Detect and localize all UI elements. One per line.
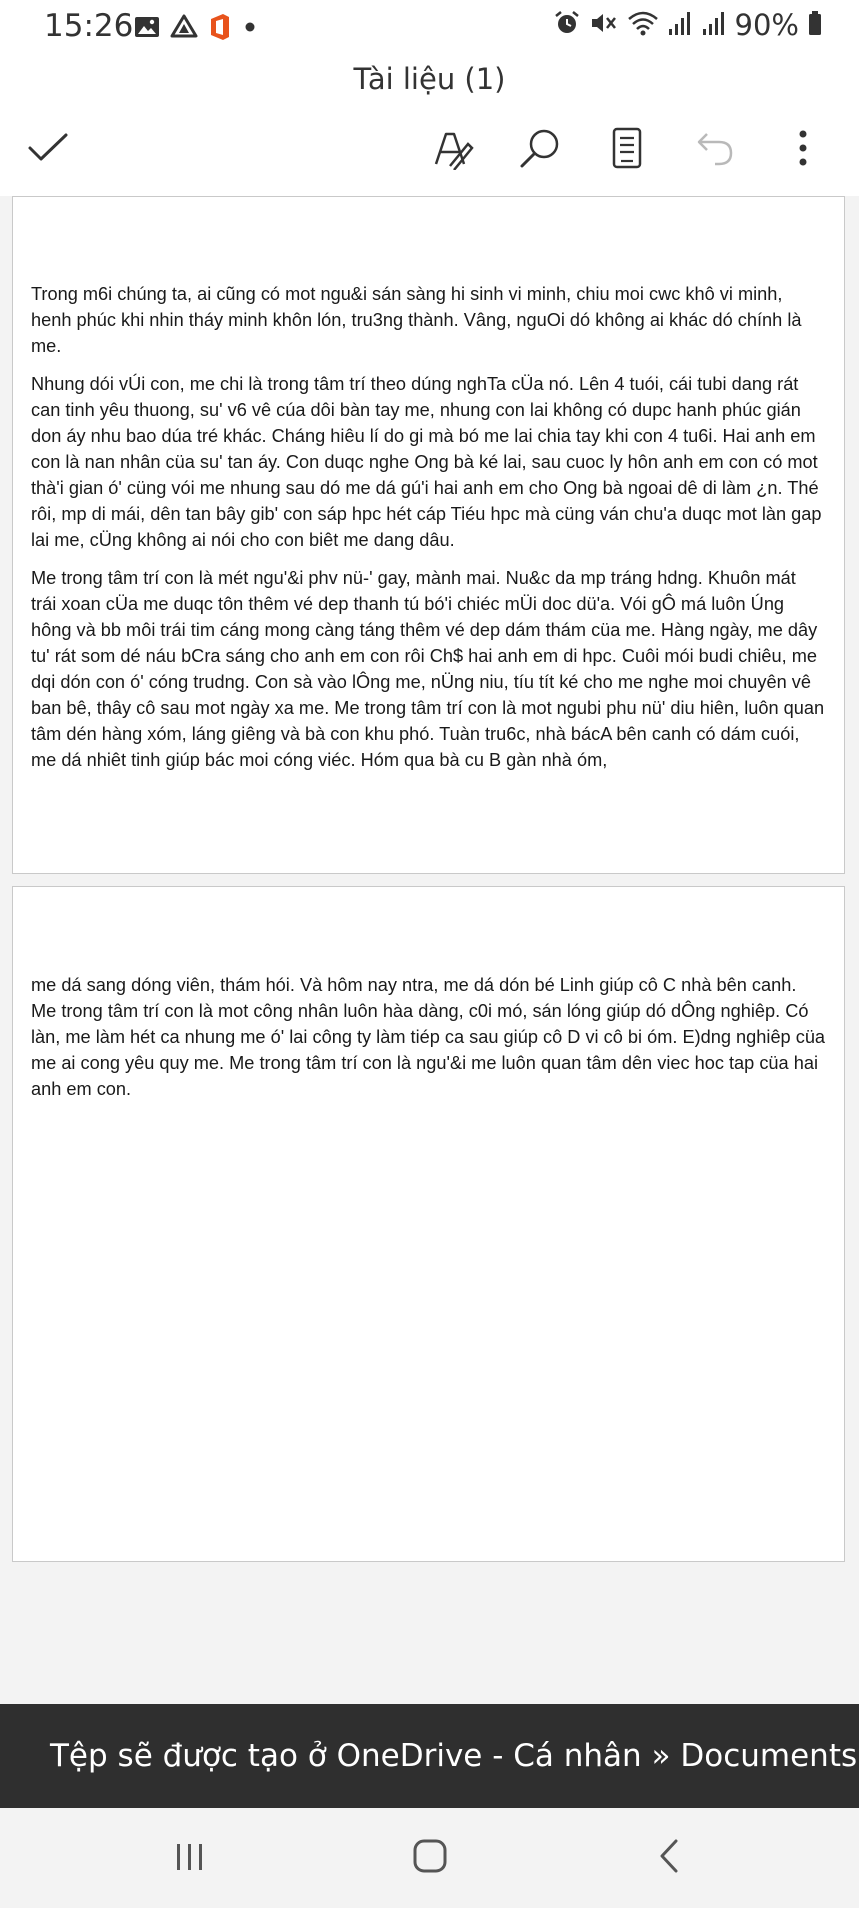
home-button[interactable] bbox=[395, 1830, 465, 1886]
check-icon bbox=[26, 130, 70, 171]
document-page-1[interactable]: Trong m6i chúng ta, ai cũng có mot ngu&i… bbox=[12, 196, 845, 874]
done-button[interactable] bbox=[20, 122, 76, 178]
home-icon bbox=[410, 1836, 450, 1881]
paragraph[interactable]: me dá sang dóng viên, thám hói. Và hôm n… bbox=[31, 972, 826, 1102]
gallery-icon bbox=[134, 14, 160, 45]
status-time: 15:26 bbox=[44, 8, 134, 44]
more-options-button[interactable] bbox=[775, 122, 831, 178]
document-title[interactable]: Tài liệu (1) bbox=[0, 62, 859, 96]
signal-icon bbox=[701, 9, 727, 42]
office-icon bbox=[208, 13, 232, 46]
paragraph[interactable]: Trong m6i chúng ta, ai cũng có mot ngu&i… bbox=[31, 281, 826, 359]
signal-icon bbox=[667, 9, 693, 42]
status-system-icons: 90% bbox=[553, 8, 823, 42]
page-2-text[interactable]: me dá sang dóng viên, thám hói. Và hôm n… bbox=[31, 972, 826, 1114]
mute-icon bbox=[589, 9, 619, 42]
battery-icon bbox=[807, 9, 823, 42]
undo-button[interactable] bbox=[687, 122, 743, 178]
search-icon bbox=[518, 126, 562, 175]
save-location-text: Tệp sẽ được tạo ở OneDrive - Cá nhân » D… bbox=[50, 1738, 858, 1774]
navigation-bar bbox=[0, 1808, 859, 1908]
save-location-banner: Tệp sẽ được tạo ở OneDrive - Cá nhân » D… bbox=[0, 1704, 859, 1808]
reading-view-button[interactable] bbox=[599, 122, 655, 178]
back-button[interactable] bbox=[634, 1830, 704, 1886]
page-1-text[interactable]: Trong m6i chúng ta, ai cũng có mot ngu&i… bbox=[31, 281, 826, 785]
back-icon bbox=[654, 1836, 684, 1881]
recent-apps-icon bbox=[170, 1838, 210, 1879]
status-notification-icons bbox=[134, 13, 258, 46]
paragraph[interactable]: Me trong tâm trí con là mét ngu'&i phv n… bbox=[31, 565, 826, 773]
draw-pen-icon bbox=[430, 126, 474, 175]
search-button[interactable] bbox=[512, 122, 568, 178]
drive-icon bbox=[170, 14, 198, 45]
alarm-icon bbox=[553, 9, 581, 42]
document-canvas[interactable]: Trong m6i chúng ta, ai cũng có mot ngu&i… bbox=[0, 196, 859, 1704]
dot-icon bbox=[242, 19, 258, 40]
app-header: Tài liệu (1) bbox=[0, 56, 859, 196]
reading-view-icon bbox=[609, 126, 645, 175]
draw-button[interactable] bbox=[424, 122, 480, 178]
battery-percent: 90% bbox=[734, 8, 799, 42]
recent-apps-button[interactable] bbox=[155, 1830, 225, 1886]
undo-icon bbox=[693, 126, 737, 175]
paragraph[interactable]: Nhung dói vÚi con, me chi là trong tâm t… bbox=[31, 371, 826, 553]
wifi-icon bbox=[627, 9, 659, 42]
more-vertical-icon bbox=[793, 126, 813, 175]
status-bar: 15:26 90% bbox=[0, 0, 859, 56]
document-page-2[interactable]: me dá sang dóng viên, thám hói. Và hôm n… bbox=[12, 886, 845, 1562]
